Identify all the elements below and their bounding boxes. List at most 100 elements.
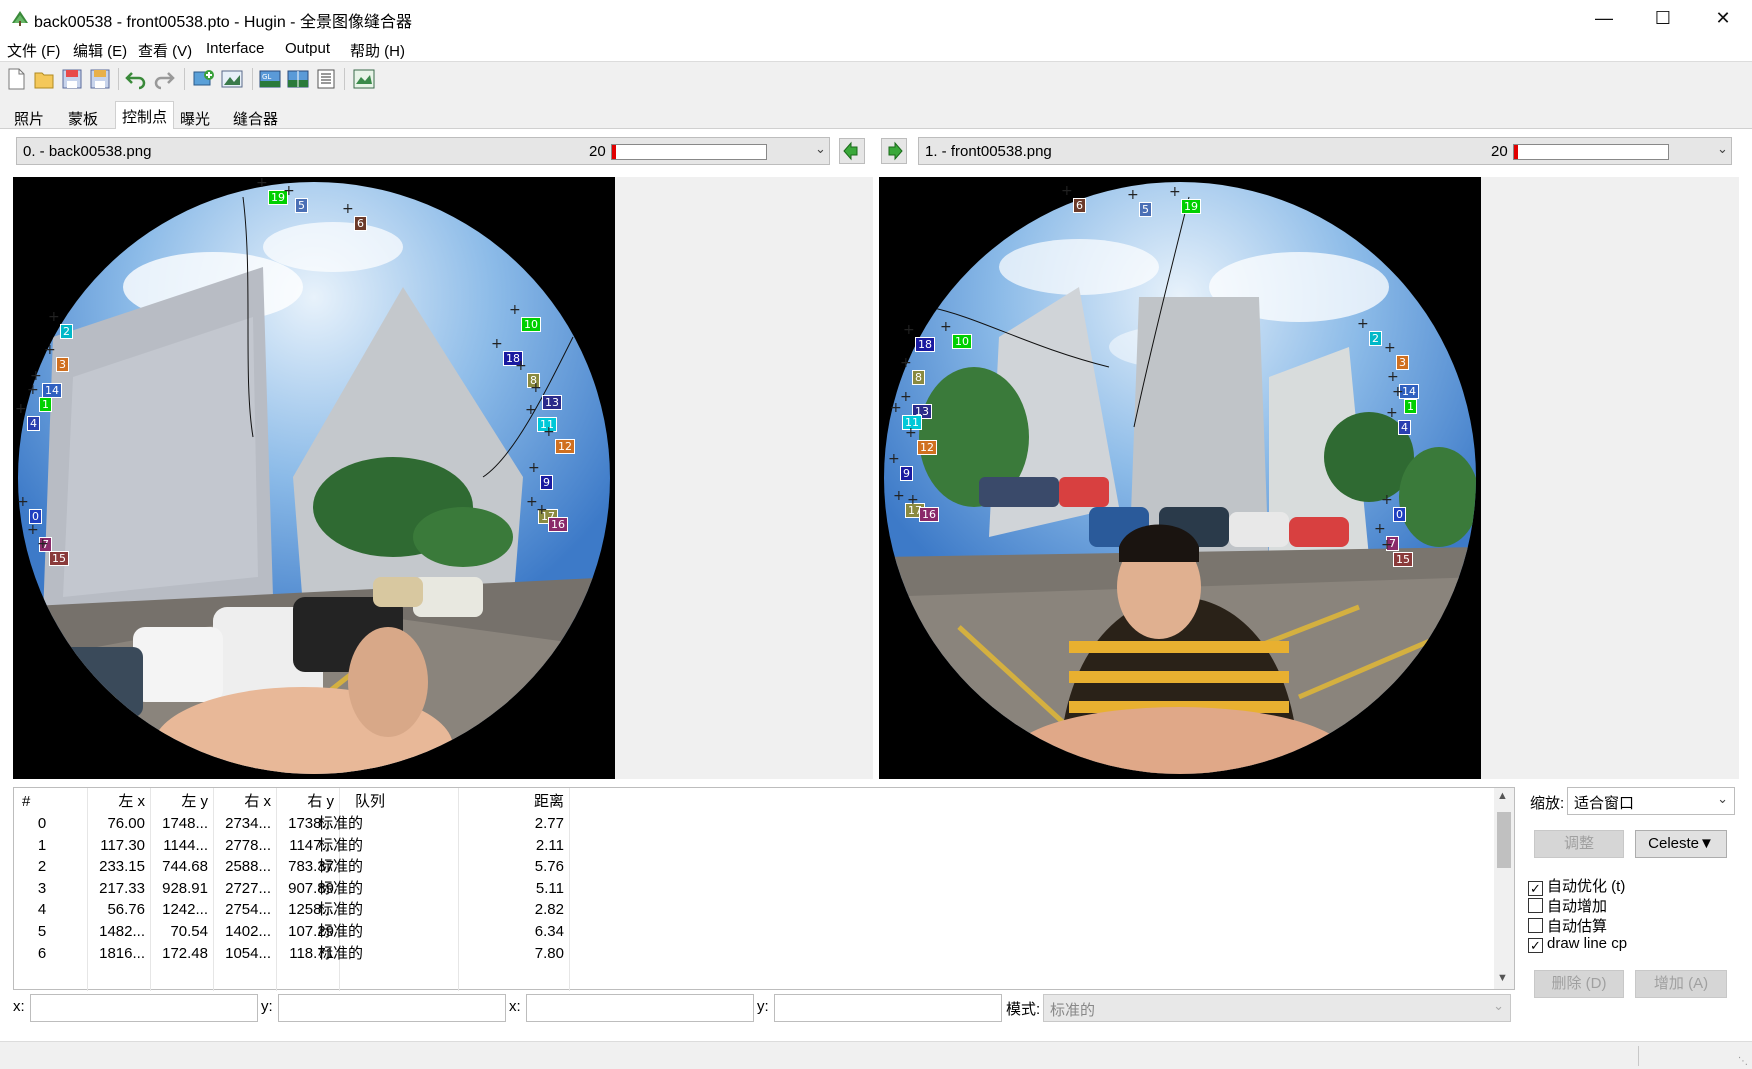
crosshair-icon[interactable]: + <box>543 425 555 439</box>
resize-grip-icon[interactable]: ⋱ <box>1738 1056 1748 1067</box>
col-header-distance[interactable]: 距离 <box>458 790 564 814</box>
crosshair-icon[interactable]: + <box>1127 188 1139 202</box>
crosshair-icon[interactable]: + <box>1061 184 1073 198</box>
auto-optimize-checkbox[interactable]: ✓ 自动优化 (t) <box>1528 875 1625 896</box>
crosshair-icon[interactable]: + <box>256 177 268 190</box>
control-point-label[interactable]: 13 <box>542 395 562 410</box>
crosshair-icon[interactable]: + <box>1392 385 1404 399</box>
control-point-label[interactable]: 4 <box>1398 420 1411 435</box>
save-as-icon[interactable] <box>88 67 112 91</box>
menu-output[interactable]: Output <box>285 40 330 57</box>
crosshair-icon[interactable]: + <box>903 323 915 337</box>
table-row[interactable]: 4 56.76 1242... 2754... 1258... 标准的 2.82 <box>14 898 1494 922</box>
tab-control-points[interactable]: 控制点 <box>115 101 175 130</box>
add-time-series-icon[interactable] <box>220 67 244 91</box>
prev-image-button[interactable] <box>839 138 865 164</box>
left-y-input[interactable] <box>278 994 506 1022</box>
crosshair-icon[interactable]: + <box>342 202 354 216</box>
table-row[interactable]: 2 233.15 744.68 2588... 783.37 标准的 5.76 <box>14 855 1494 879</box>
minimize-button[interactable]: — <box>1575 0 1633 36</box>
crosshair-icon[interactable]: + <box>888 452 900 466</box>
table-row[interactable]: 1 117.30 1144... 2778... 1147... 标准的 2.11 <box>14 834 1494 858</box>
save-icon[interactable] <box>60 67 84 91</box>
control-point-label[interactable]: 8 <box>912 370 925 385</box>
right-x-input[interactable] <box>526 994 754 1022</box>
crosshair-icon[interactable]: + <box>525 403 537 417</box>
detector-dropdown-button[interactable]: Celeste▼ <box>1635 830 1727 858</box>
control-point-label[interactable]: 10 <box>521 317 541 332</box>
right-y-input[interactable] <box>774 994 1002 1022</box>
control-point-label[interactable]: 1 <box>39 397 52 412</box>
crosshair-icon[interactable]: + <box>48 310 60 324</box>
menu-edit[interactable]: 编辑 (E) <box>73 40 127 61</box>
crosshair-icon[interactable]: + <box>1386 406 1398 420</box>
control-point-label[interactable]: 12 <box>555 439 575 454</box>
control-point-label[interactable]: 14 <box>42 383 62 398</box>
menu-file[interactable]: 文件 (F) <box>7 40 60 61</box>
table-row[interactable]: 5 1482... 70.54 1402... 107.29 标准的 6.34 <box>14 920 1494 944</box>
col-header-index[interactable]: # <box>22 790 30 814</box>
crosshair-icon[interactable]: + <box>17 495 29 509</box>
col-header-mode[interactable]: 队列 <box>355 790 385 814</box>
control-point-label[interactable]: 9 <box>900 466 913 481</box>
mode-select[interactable]: 标准的 ⌄ <box>1043 994 1511 1022</box>
crosshair-icon[interactable]: + <box>900 356 912 370</box>
crosshair-icon[interactable]: + <box>1357 317 1369 331</box>
preview-icon[interactable] <box>286 67 310 91</box>
open-project-icon[interactable] <box>32 67 56 91</box>
crosshair-icon[interactable]: + <box>1374 522 1386 536</box>
table-row[interactable]: 3 217.33 928.91 2727... 907.89 标准的 5.11 <box>14 877 1494 901</box>
tab-masks[interactable]: 蒙板 <box>61 103 105 129</box>
control-point-label[interactable]: 3 <box>1396 355 1409 370</box>
crosshair-icon[interactable]: + <box>530 381 542 395</box>
left-image-select[interactable]: 0. - back00538.png 20 ⌄ <box>16 137 830 165</box>
col-header-left-x[interactable]: 左 x <box>87 790 145 814</box>
crosshair-icon[interactable]: + <box>1381 538 1393 552</box>
table-scrollbar[interactable]: ▲ ▼ <box>1494 788 1514 989</box>
control-point-label[interactable]: 18 <box>915 337 935 352</box>
control-point-label[interactable]: 19 <box>1181 199 1201 214</box>
left-x-input[interactable] <box>30 994 258 1022</box>
crosshair-icon[interactable]: + <box>1387 370 1399 384</box>
control-point-label[interactable]: 12 <box>917 440 937 455</box>
control-point-label[interactable]: 2 <box>1369 331 1382 346</box>
tab-exposure[interactable]: 曝光 <box>173 103 217 129</box>
preview-gl-icon[interactable]: GL <box>258 67 282 91</box>
left-fisheye-image[interactable]: +19+5+6+2+3+14+1+4+10+18+8+13+11+12+9+17… <box>13 177 615 779</box>
control-point-label[interactable]: 10 <box>952 334 972 349</box>
crosshair-icon[interactable]: + <box>15 402 27 416</box>
layout-list-icon[interactable] <box>314 67 338 91</box>
close-button[interactable]: ✕ <box>1694 0 1752 36</box>
control-point-label[interactable]: 4 <box>27 416 40 431</box>
crosshair-icon[interactable]: + <box>1384 341 1396 355</box>
right-image-view[interactable]: +6 +5 +19 +18 +10 +8 +13 +11 +12 +9 +17 +16 +2 +3 +14 +… <box>879 177 1739 779</box>
crosshair-icon[interactable]: + <box>907 493 919 507</box>
add-button[interactable]: 增加 (A) <box>1635 970 1727 998</box>
crosshair-icon[interactable]: + <box>890 401 902 415</box>
scrollbar-thumb[interactable] <box>1497 812 1511 868</box>
crosshair-icon[interactable]: + <box>30 369 42 383</box>
next-image-button[interactable] <box>881 138 907 164</box>
control-point-label[interactable]: 5 <box>1139 202 1152 217</box>
crosshair-icon[interactable]: + <box>900 390 912 404</box>
crosshair-icon[interactable]: + <box>27 523 39 537</box>
crosshair-icon[interactable]: + <box>515 359 527 373</box>
control-point-label[interactable]: 6 <box>1073 198 1086 213</box>
col-header-left-y[interactable]: 左 y <box>150 790 208 814</box>
crosshair-icon[interactable]: + <box>1381 493 1393 507</box>
auto-add-checkbox[interactable]: 自动增加 <box>1528 895 1607 916</box>
table-row[interactable]: 6 1816... 172.48 1054... 118.71 标准的 7.80 <box>14 942 1494 966</box>
control-point-label[interactable]: 3 <box>56 357 69 372</box>
tab-photos[interactable]: 照片 <box>7 103 51 129</box>
right-fisheye-image[interactable]: +6 +5 +19 +18 +10 +8 +13 +11 +12 +9 +17 +16 +2 +3 +14 +… <box>879 177 1481 779</box>
control-point-label[interactable]: 2 <box>60 324 73 339</box>
redo-icon[interactable] <box>152 67 176 91</box>
add-images-icon[interactable] <box>192 67 216 91</box>
menu-view[interactable]: 查看 (V) <box>138 40 192 61</box>
delete-button[interactable]: 删除 (D) <box>1534 970 1624 998</box>
crosshair-icon[interactable]: + <box>491 337 503 351</box>
maximize-button[interactable]: ☐ <box>1634 0 1692 36</box>
control-point-label[interactable]: 16 <box>919 507 939 522</box>
control-point-label[interactable]: 0 <box>1393 507 1406 522</box>
crosshair-icon[interactable]: + <box>283 184 295 198</box>
